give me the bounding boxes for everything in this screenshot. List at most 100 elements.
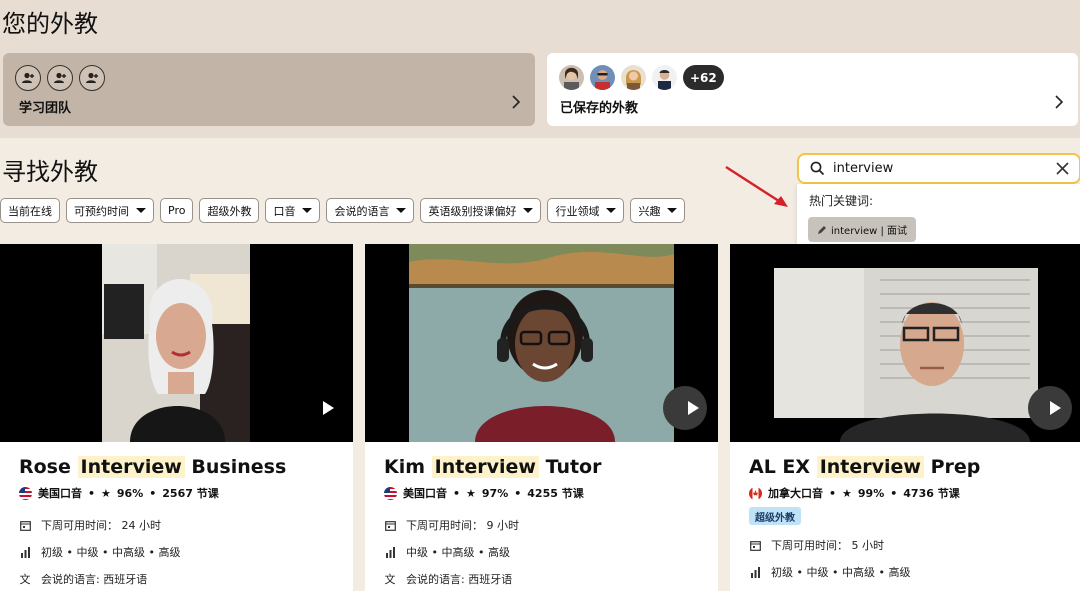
filter-bar: 当前在线 可预约时间 Pro 超级外教 口音 会说的语言 英语级别授课偏好 行业… [0, 198, 686, 223]
super-tutor-badge: 超级外教 [749, 507, 801, 525]
filter-pro[interactable]: Pro [160, 198, 194, 223]
levels-text: 初级 • 中级 • 中高级 • 高级 [771, 566, 911, 579]
translate-icon: 文 [384, 573, 396, 586]
filter-online-now[interactable]: 当前在线 [0, 198, 60, 223]
filter-label: 兴趣 [638, 204, 661, 218]
play-icon[interactable] [321, 400, 335, 416]
levels-text: 中级 • 中高级 • 高级 [406, 546, 510, 559]
bar-chart-icon [19, 546, 31, 558]
keyword-suggestion[interactable]: interview | 面试 [808, 217, 917, 242]
accent-label: 加拿大口音 [768, 487, 823, 500]
levels-row: 中级 • 中高级 • 高级 [384, 544, 510, 560]
filter-availability[interactable]: 可预约时间 [66, 198, 154, 223]
tutor-video-frame [730, 244, 1080, 442]
tutor-video[interactable] [0, 244, 353, 442]
tutor-video-frame [365, 244, 718, 442]
tutor-name[interactable]: Rose Interview Business [19, 456, 286, 478]
add-person-icon[interactable] [47, 65, 73, 91]
search-box[interactable] [797, 153, 1080, 184]
tutor-card[interactable]: Rose Interview Business 美国口音 • ★ 96% • 2… [0, 244, 353, 591]
filter-label: 会说的语言 [334, 204, 390, 218]
lesson-count: 4736 节课 [903, 487, 960, 500]
rating: 97% [481, 486, 509, 500]
filter-super-tutor[interactable]: 超级外教 [199, 198, 260, 223]
lesson-count: 2567 节课 [162, 487, 219, 500]
search-highlight: Interview [816, 456, 924, 478]
availability-text: 下周可用时间： 5 小时 [771, 539, 884, 552]
accent-label: 美国口音 [38, 487, 82, 500]
tutor-card[interactable]: Kim Interview Tutor 美国口音 • ★ 97% • 4255 … [365, 244, 718, 591]
avatar[interactable] [590, 65, 615, 90]
filter-label: 超级外教 [207, 204, 252, 218]
tutor-first-name: Kim [384, 456, 426, 478]
tutor-meta: 加拿大口音 • ★ 99% • 4736 节课 [749, 485, 960, 501]
annotation-arrow-icon [725, 165, 788, 207]
team-icons [15, 65, 105, 91]
avatar[interactable] [652, 65, 677, 90]
chevron-right-icon [512, 95, 521, 109]
search-input[interactable] [833, 161, 1043, 176]
filter-english-level[interactable]: 英语级别授课偏好 [420, 198, 542, 223]
tutor-card[interactable]: AL EX Interview Prep 加拿大口音 • ★ 99% • 473… [730, 244, 1080, 591]
page-title: 您的外教 [2, 10, 98, 38]
languages-text: 会说的语言: 西班牙语 [406, 573, 513, 586]
tutor-last-name: Prep [930, 456, 981, 478]
saved-tutors-card[interactable]: +62 已保存的外教 [547, 53, 1078, 126]
dot-separator: • [149, 486, 157, 500]
dot-separator: • [514, 486, 522, 500]
tutor-last-name: Tutor [545, 456, 602, 478]
availability-text: 下周可用时间： 24 小时 [41, 519, 161, 532]
tutor-name[interactable]: Kim Interview Tutor [384, 456, 601, 478]
calendar-icon [384, 519, 396, 531]
caret-down-icon [667, 208, 678, 213]
dot-separator: • [890, 486, 898, 500]
filter-label: 英语级别授课偏好 [428, 204, 517, 218]
tutor-first-name: AL EX [749, 456, 811, 478]
languages-row: 文 会说的语言: 西班牙语 [384, 571, 513, 587]
play-icon[interactable] [1048, 400, 1062, 416]
add-person-icon[interactable] [15, 65, 41, 91]
tutor-video[interactable] [730, 244, 1080, 442]
star-icon: ★ [466, 486, 476, 500]
avatar[interactable] [559, 65, 584, 90]
tutor-video[interactable] [365, 244, 718, 442]
availability-row: 下周可用时间： 24 小时 [19, 517, 161, 533]
more-saved-badge[interactable]: +62 [683, 65, 724, 90]
star-icon: ★ [842, 486, 852, 500]
keyword-text: interview | 面试 [831, 226, 908, 237]
rating: 99% [857, 486, 885, 500]
dot-separator: • [88, 486, 96, 500]
filter-industry[interactable]: 行业领域 [547, 198, 625, 223]
us-flag-icon [19, 486, 32, 500]
tutor-video-frame [0, 244, 353, 442]
caret-down-icon [136, 208, 146, 213]
filter-label: 可预约时间 [74, 204, 129, 218]
us-flag-icon [384, 486, 397, 500]
find-tutor-title: 寻找外教 [2, 158, 98, 186]
search-icon [810, 161, 825, 176]
filter-accent[interactable]: 口音 [265, 198, 321, 223]
levels-text: 初级 • 中级 • 中高级 • 高级 [41, 546, 181, 559]
filter-interests[interactable]: 兴趣 [630, 198, 686, 223]
availability-row: 下周可用时间： 9 小时 [384, 517, 519, 533]
star-icon: ★ [101, 486, 111, 500]
availability-text: 下周可用时间： 9 小时 [406, 519, 519, 532]
tutor-meta: 美国口音 • ★ 97% • 4255 节课 [384, 485, 584, 501]
filter-languages[interactable]: 会说的语言 [326, 198, 415, 223]
availability-row: 下周可用时间： 5 小时 [749, 537, 884, 553]
hot-keywords-label: 热门关键词: [809, 194, 874, 208]
rating: 96% [116, 486, 144, 500]
filter-label: 口音 [273, 204, 296, 218]
play-icon[interactable] [686, 400, 700, 416]
accent-label: 美国口音 [403, 487, 447, 500]
bar-chart-icon [749, 566, 761, 578]
add-person-icon[interactable] [79, 65, 105, 91]
tutor-name[interactable]: AL EX Interview Prep [749, 456, 980, 478]
languages-row: 文 会说的语言: 西班牙语 [19, 571, 148, 587]
close-icon[interactable] [1056, 162, 1069, 175]
avatar[interactable] [621, 65, 646, 90]
search-highlight: Interview [77, 456, 185, 478]
translate-icon: 文 [19, 573, 31, 586]
learning-team-card[interactable]: 学习团队 [3, 53, 535, 126]
caret-down-icon [396, 208, 407, 213]
